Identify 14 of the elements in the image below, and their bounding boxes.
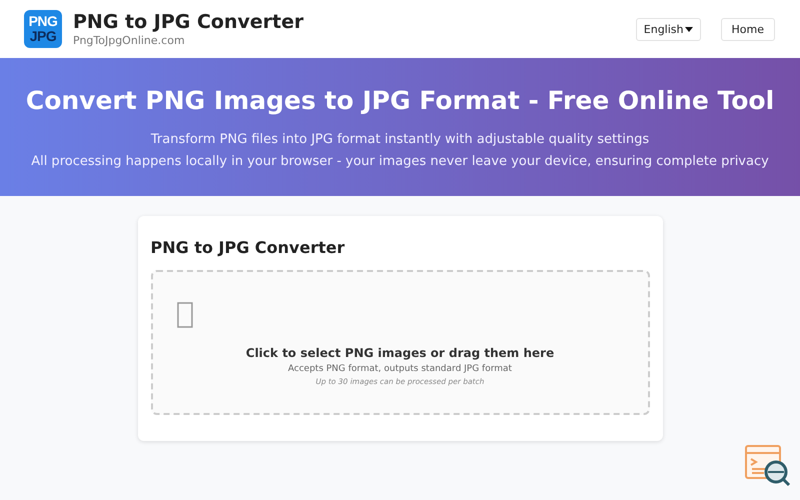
hero-title: Convert PNG Images to JPG Format - Free Online Tool	[26, 86, 774, 114]
card-title: PNG to JPG Converter	[150, 238, 346, 257]
format-note: Accepts PNG format, outputs standard JPG format	[288, 364, 512, 374]
site-domain: PngToJpgOnline.com	[73, 34, 186, 47]
home-button[interactable]: Home	[720, 18, 775, 40]
caret-icon	[684, 25, 693, 33]
drop-prompt: Click to select PNG images or drag them here	[246, 346, 554, 360]
code-search-icon[interactable]	[744, 444, 792, 488]
language-dropdown[interactable]: English	[636, 18, 701, 40]
site-title: PNG to JPG Converter	[73, 11, 304, 33]
hero-text: All processing happens locally in your browser - your images never leave your device, ensuring complete privacy	[31, 154, 769, 168]
placeholder-icon	[176, 302, 192, 328]
logo-icon: PNG JPG	[24, 10, 62, 48]
hero-text: Transform PNG files into JPG format instantly with adjustable quality settings	[150, 132, 650, 146]
